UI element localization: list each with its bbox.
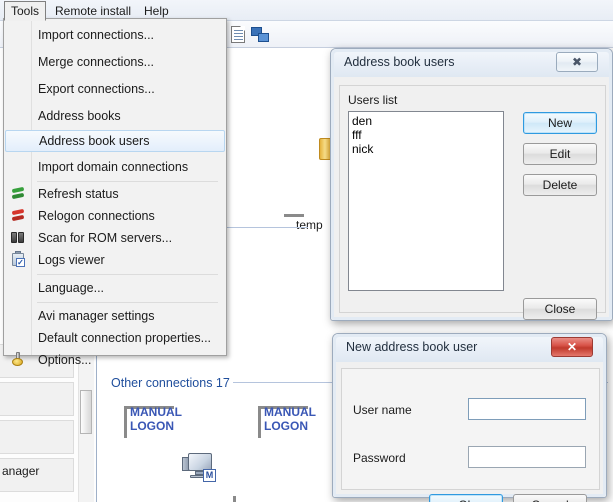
dialog-body: Users list den fff nick New Edit Delete … — [331, 77, 612, 320]
connection-label-line1: MANUAL — [130, 405, 182, 419]
cascade-windows-icon-button[interactable] — [250, 25, 270, 45]
list-item[interactable]: nick — [349, 142, 503, 156]
users-listbox[interactable]: den fff nick — [348, 111, 504, 291]
password-input[interactable] — [468, 446, 586, 468]
document-icon — [231, 26, 245, 43]
connection-label-line2: LOGON — [130, 419, 174, 433]
menu-item-logs-viewer[interactable]: Logs viewer — [5, 249, 225, 271]
dialog-title: New address book user — [346, 340, 478, 354]
menu-item-refresh-status[interactable]: Refresh status — [5, 183, 225, 205]
password-label: Password — [353, 451, 406, 465]
menu-separator — [37, 181, 218, 182]
menu-item-merge-connections[interactable]: Merge connections... — [5, 51, 225, 73]
user-name-label: User name — [353, 403, 412, 417]
user-name-input[interactable] — [468, 398, 586, 420]
list-item[interactable]: den — [349, 114, 503, 128]
connection-bracket — [206, 496, 236, 502]
menu-item-address-book-users[interactable]: Address book users — [5, 130, 225, 152]
connection-label-line1: MANUAL — [264, 405, 316, 419]
delete-user-button[interactable]: Delete — [523, 174, 597, 196]
menu-item-import-connections[interactable]: Import connections... — [5, 24, 225, 46]
close-button[interactable]: ✖ — [556, 52, 598, 72]
temp-label: temp — [296, 218, 323, 232]
list-item[interactable]: fff — [349, 128, 503, 142]
menu-item-relogon-connections[interactable]: Relogon connections — [5, 205, 225, 227]
document-icon-button[interactable] — [228, 25, 248, 45]
dialog-title-bar[interactable]: Address book users ✖ — [331, 49, 612, 77]
close-button[interactable]: ✕ — [551, 337, 593, 357]
screen-root: Tools Remote install Help anager temp Ot… — [0, 0, 613, 502]
menubar-item-help[interactable]: Help — [137, 2, 176, 19]
connection-label: MANUAL LOGON — [264, 405, 316, 433]
ok-button[interactable]: Ok — [429, 494, 503, 502]
dialog-title: Address book users — [344, 55, 455, 69]
connection-label: MANUAL LOGON — [130, 405, 182, 433]
dialog-body: User name Password Ok Cancel — [333, 362, 606, 502]
menu-item-avi-manager-settings[interactable]: Avi manager settings — [5, 305, 225, 327]
users-list-label: Users list — [348, 93, 398, 107]
address-book-users-dialog: Address book users ✖ Users list den fff … — [330, 48, 613, 321]
dialog-title-bar[interactable]: New address book user ✕ — [333, 334, 606, 362]
new-user-button[interactable]: New — [523, 112, 597, 134]
cancel-button[interactable]: Cancel — [513, 494, 587, 502]
menu-item-address-books[interactable]: Address books — [5, 105, 225, 127]
connection-label-line2: LOGON — [264, 419, 308, 433]
menu-item-default-connection-properties[interactable]: Default connection properties... — [5, 327, 225, 349]
manual-logon-badge: M — [203, 469, 216, 482]
menu-item-scan-for-rom-servers[interactable]: Scan for ROM servers... — [5, 227, 225, 249]
menu-item-language[interactable]: Language... — [5, 277, 225, 299]
connection-arrow — [284, 214, 304, 217]
new-user-panel — [341, 368, 600, 490]
cascade-windows-icon — [251, 27, 271, 45]
menubar-item-tools[interactable]: Tools — [4, 1, 47, 21]
menubar-item-remote-install[interactable]: Remote install — [48, 2, 138, 19]
close-dialog-button[interactable]: Close — [523, 298, 597, 320]
sidebar-scrollbar-thumb[interactable] — [80, 390, 92, 434]
new-address-book-user-dialog: New address book user ✕ User name Passwo… — [332, 333, 607, 502]
menu-separator — [37, 274, 218, 275]
menu-separator — [37, 302, 218, 303]
sidebar-card[interactable] — [0, 420, 74, 454]
menu-item-options[interactable]: Options... — [5, 349, 225, 371]
edit-user-button[interactable]: Edit — [523, 143, 597, 165]
group-title-other-connections: Other connections 17 — [111, 376, 235, 390]
sidebar-card[interactable] — [0, 382, 74, 416]
menu-item-export-connections[interactable]: Export connections... — [5, 78, 225, 100]
computer-icon[interactable]: M — [182, 452, 216, 482]
sidebar-card-label: anager — [2, 464, 40, 478]
menu-item-import-domain-connections[interactable]: Import domain connections — [5, 156, 225, 178]
tools-dropdown-menu: Import connections... Merge connections.… — [3, 18, 227, 367]
